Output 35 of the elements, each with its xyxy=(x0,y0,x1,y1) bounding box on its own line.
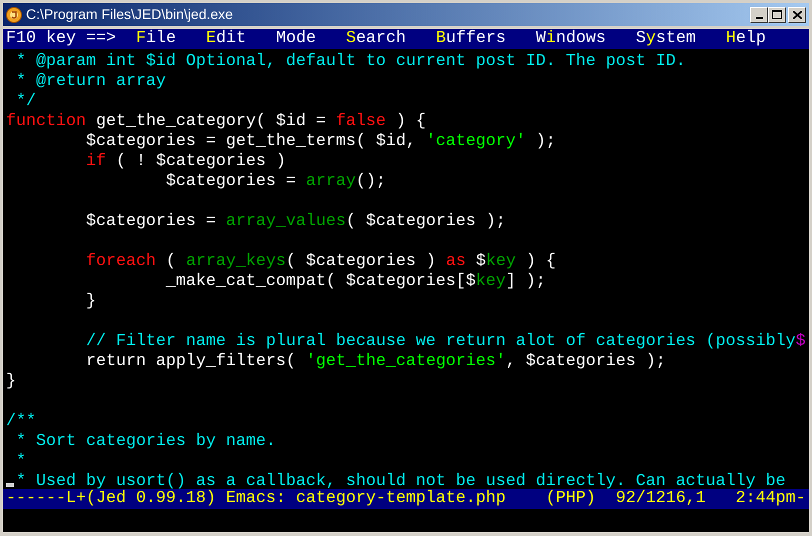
menu-item[interactable]: Help xyxy=(726,29,766,49)
menu-item[interactable]: System xyxy=(636,29,696,49)
code-line: * Sort categories by name. xyxy=(14,432,276,452)
code-line: } xyxy=(6,372,16,392)
code-line: * xyxy=(14,452,26,472)
window-title: C:\Program Files\JED\bin\jed.exe xyxy=(26,5,234,24)
maximize-icon xyxy=(772,10,782,19)
code-line: if ( ! $categories ) xyxy=(84,152,286,172)
code-line: } xyxy=(84,292,96,312)
code-line: // Filter name is plural because we return alot of categories (possibly$ xyxy=(84,332,806,352)
code-line: * @param int $id Optional, default to current post ID. The post ID. xyxy=(14,52,686,72)
close-icon xyxy=(792,10,802,18)
maximize-button[interactable] xyxy=(768,6,786,22)
code-line: /** xyxy=(6,412,36,432)
minimize-icon xyxy=(756,16,762,18)
menu-item[interactable]: Mode xyxy=(276,29,316,49)
menu-item[interactable]: Search xyxy=(346,29,406,49)
code-line: * @return array xyxy=(14,72,166,92)
code-line: */ xyxy=(14,92,36,112)
code-line: _make_cat_compat( $categories[$key] ); xyxy=(164,272,546,292)
minimize-button[interactable] xyxy=(750,6,768,22)
menu-item[interactable]: Edit xyxy=(206,29,246,49)
close-button[interactable] xyxy=(788,6,806,22)
code-line: $categories = get_the_terms( $id, 'category' ); xyxy=(84,132,556,152)
menu-prompt: F10 key ==> xyxy=(6,29,116,49)
menu-item[interactable]: File xyxy=(136,29,176,49)
menu-item[interactable]: Buffers xyxy=(436,29,506,49)
code-line: $categories = array(); xyxy=(164,172,386,192)
code-line: foreach ( array_keys( $categories ) as $key ) { xyxy=(84,252,556,272)
app-icon xyxy=(6,6,22,22)
menu-item[interactable]: Windows xyxy=(536,29,606,49)
code-line: * Used by usort() as a callback, should not be used directly. Can actually be xyxy=(14,472,786,489)
code-line: $categories = array_values( $categories ); xyxy=(84,212,506,232)
code-line: function get_the_category( $id = false ) { xyxy=(6,112,426,132)
code-line: return apply_filters( 'get_the_categories', $categories ); xyxy=(84,352,666,372)
